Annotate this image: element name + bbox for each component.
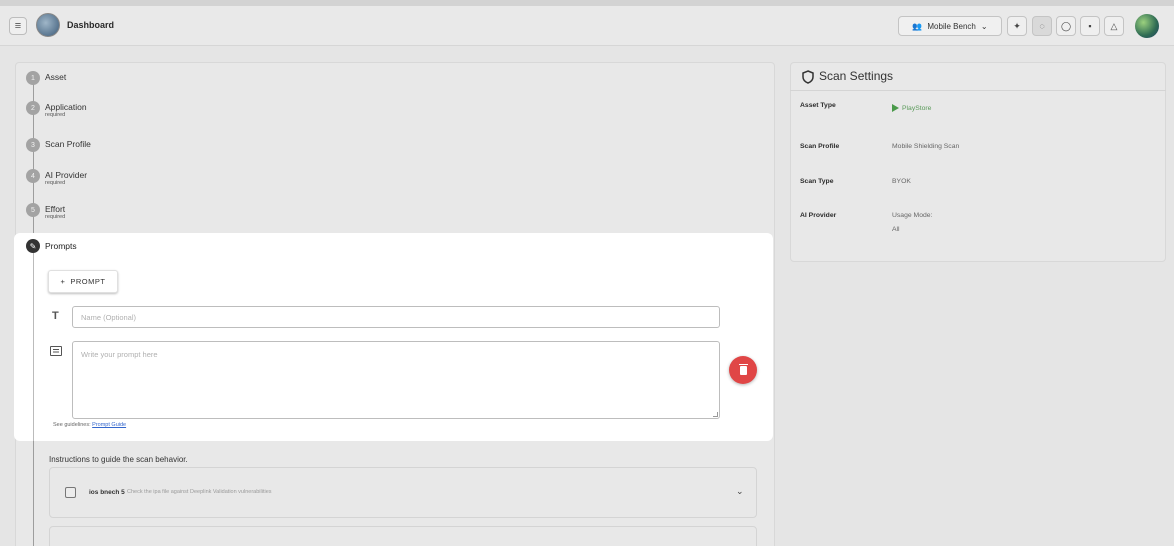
setting-value: BYOK [892, 178, 911, 185]
step-number: 2 [26, 101, 40, 115]
prompt-guide-link[interactable]: Prompt Guide [92, 422, 126, 428]
group-icon: 👥 [912, 21, 923, 31]
text-icon: T [52, 310, 59, 322]
instruction-description: Check the ipa file against Deeplink Vali… [127, 489, 272, 495]
play-store-icon [892, 104, 899, 112]
prompt-guidelines: See guidelines: Prompt Guide [53, 422, 126, 428]
guidelines-text: See guidelines: [53, 422, 91, 428]
card-icon[interactable]: ▪ [1080, 16, 1100, 36]
step-number: 3 [26, 138, 40, 152]
avatar[interactable] [1135, 14, 1159, 38]
workspace-label: Mobile Bench [927, 21, 976, 31]
setting-key: Scan Type [800, 178, 834, 185]
step-required: required [45, 214, 66, 220]
step-number: 1 [26, 71, 40, 85]
step-label: Effort [45, 204, 66, 214]
instruction-item[interactable] [49, 526, 757, 546]
top-bar: ≡ Dashboard 👥 Mobile Bench ⌄ ✦ ◌ ◯ ▪ △ [0, 6, 1174, 46]
scan-settings-title: Scan Settings [819, 69, 894, 83]
setting-value: All [892, 226, 900, 233]
bug-icon[interactable]: ◌ [1032, 16, 1052, 36]
prompt-name-input[interactable] [72, 306, 720, 328]
bell-icon[interactable]: △ [1104, 16, 1124, 36]
trash-icon [738, 363, 748, 375]
scan-settings-card [790, 62, 1166, 262]
step-label: AI Provider [45, 170, 88, 180]
setting-value: PlayStore [892, 104, 931, 112]
instruction-name: ios bnech 5 [89, 489, 125, 496]
setting-value: Mobile Shielding Scan [892, 143, 960, 150]
pencil-icon: ✎ [26, 239, 40, 253]
setting-key: AI Provider [800, 212, 837, 219]
message-icon [50, 346, 62, 356]
chevron-down-icon[interactable]: ⌄ [736, 486, 744, 497]
step-ai-provider[interactable]: 4 AI Provider required [26, 169, 87, 186]
step-application[interactable]: 2 Application required [26, 101, 87, 118]
step-number: 4 [26, 169, 40, 183]
asset-type-value: PlayStore [902, 104, 932, 112]
step-required: required [45, 112, 66, 118]
step-effort[interactable]: 5 Effort required [26, 203, 65, 220]
delete-prompt-button[interactable] [729, 356, 757, 384]
add-prompt-label: PROMPT [70, 277, 106, 286]
setting-key: Asset Type [800, 102, 836, 109]
workspace-selector[interactable]: 👥 Mobile Bench ⌄ [898, 16, 1002, 36]
step-required: required [45, 180, 66, 186]
step-label: Asset [45, 72, 67, 82]
shield-icon [802, 70, 814, 84]
instruction-checkbox[interactable] [65, 487, 76, 498]
app-logo[interactable] [36, 13, 60, 37]
plus-icon: + [60, 277, 66, 286]
hamburger-icon[interactable]: ≡ [9, 17, 27, 35]
prompts-title: Prompts [45, 241, 77, 251]
instructions-text: Instructions to guide the scan behavior. [49, 455, 188, 464]
sparkle-icon[interactable]: ✦ [1007, 16, 1027, 36]
resize-handle[interactable] [713, 412, 718, 417]
step-scan-profile[interactable]: 3 Scan Profile [26, 138, 91, 152]
step-asset[interactable]: 1 Asset [26, 71, 66, 85]
divider [790, 90, 1166, 91]
setting-value: Usage Mode: [892, 212, 933, 219]
shield-icon[interactable]: ◯ [1056, 16, 1076, 36]
setting-key: Scan Profile [800, 143, 840, 150]
add-prompt-button[interactable]: + PROMPT [48, 270, 118, 293]
chevron-down-icon: ⌄ [980, 21, 988, 31]
prompt-textarea[interactable] [72, 341, 720, 419]
step-label: Scan Profile [45, 139, 91, 149]
step-number: 5 [26, 203, 40, 217]
page-title: Dashboard [67, 20, 115, 30]
step-label: Application [45, 102, 87, 112]
stepper-line [33, 253, 34, 441]
